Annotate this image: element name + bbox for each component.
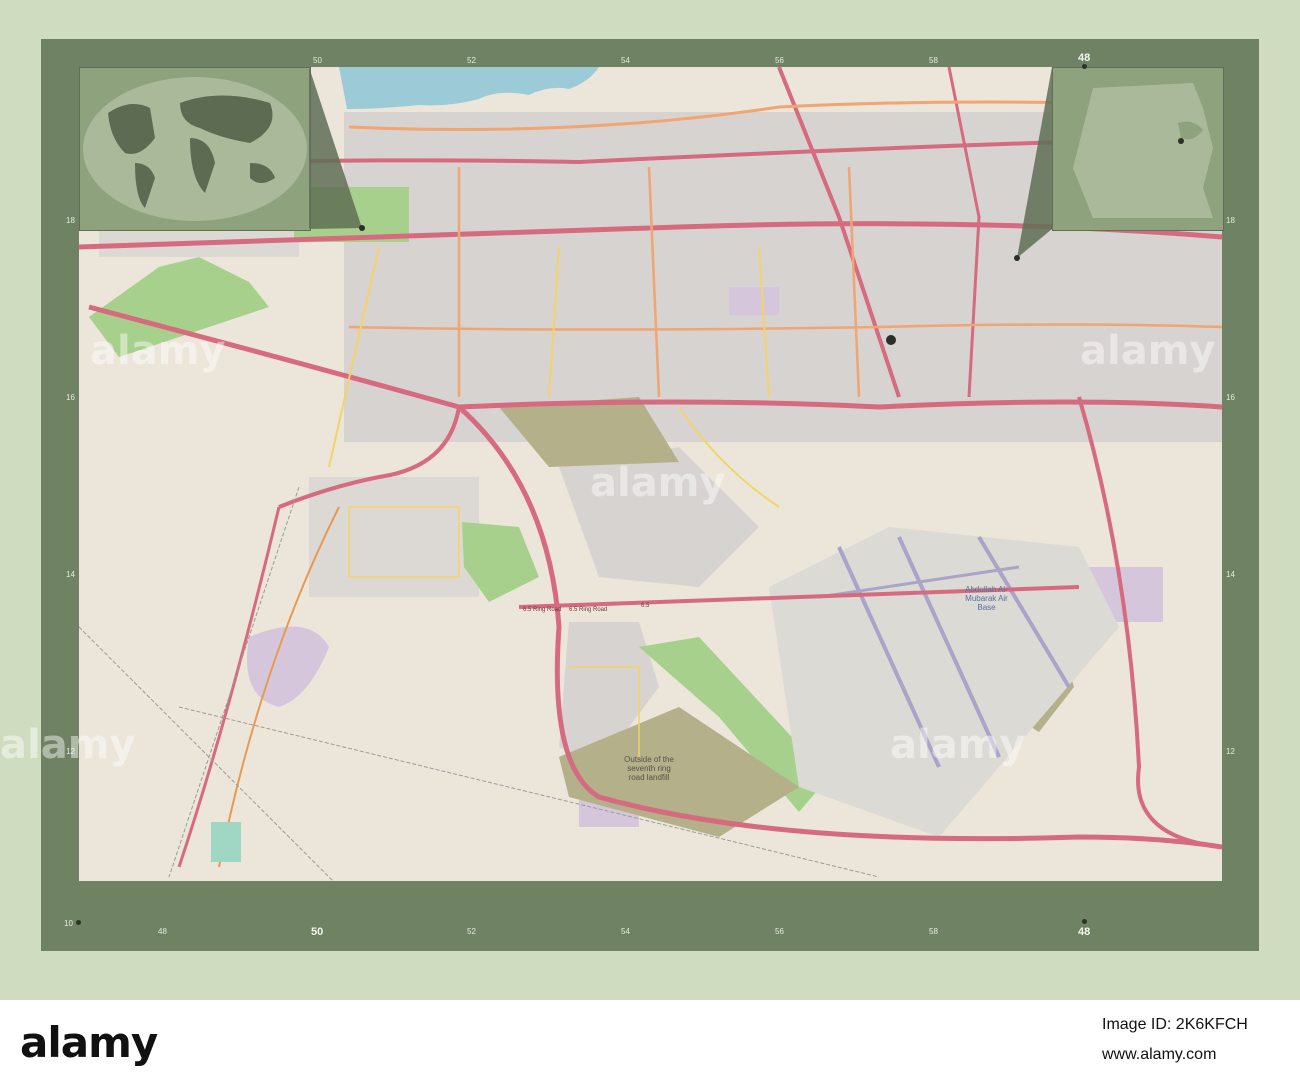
coord-bottom-5: 56 [775,927,784,936]
coord-right-2: 16 [1226,393,1235,402]
coord-right-4: 12 [1226,747,1235,756]
coord-bottom-1: 48 [158,927,167,936]
coord-bottom-right: 48 [1078,926,1091,938]
watermark-1: alamy [90,328,226,374]
watermark-5: alamy [890,722,1026,768]
coord-right-1: 18 [1226,216,1235,225]
coord-right-3: 14 [1226,570,1235,579]
coord-bottom-6: 58 [929,927,938,936]
site-url[interactable]: www.alamy.com [1102,1046,1216,1064]
coord-top-right: 48 [1078,52,1091,64]
coord-dot-bottom-left [76,920,81,925]
coord-top-2: 52 [467,56,476,65]
coord-top-5: 58 [929,56,938,65]
watermark-4: alamy [0,722,136,768]
coord-bottom-4: 54 [621,927,630,936]
watermark-3: alamy [1080,328,1216,374]
alamy-logo[interactable]: alamy [20,1018,158,1067]
coord-left-3: 14 [66,570,75,579]
coord-left-2: 16 [66,393,75,402]
coord-dot-top-right [1082,64,1087,69]
coord-top-3: 54 [621,56,630,65]
coord-left-1: 18 [66,216,75,225]
image-id: Image ID: 2K6KFCH [1102,1016,1248,1033]
coord-bottom-left: 10 [64,919,73,928]
coord-dot-bottom-right [1082,919,1087,924]
coord-bottom-2: 50 [311,926,324,938]
coord-top-1: 50 [313,56,322,65]
footer-strip [0,1000,1300,1084]
coord-bottom-3: 52 [467,927,476,936]
coord-top-4: 56 [775,56,784,65]
watermark-2: alamy [590,460,726,506]
